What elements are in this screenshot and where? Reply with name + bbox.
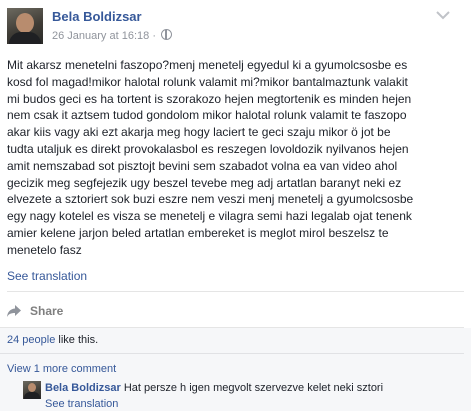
comment-see-translation-link[interactable]: See translation — [45, 398, 118, 410]
post-body-text: Mit akarsz menetelni faszopo?menj menete… — [7, 58, 414, 257]
comment-avatar[interactable] — [23, 381, 41, 399]
divider — [0, 353, 464, 354]
globe-icon — [161, 29, 173, 40]
meta-separator: · — [152, 30, 156, 42]
likes-summary: 24 people like this. — [7, 334, 98, 346]
author-avatar[interactable] — [7, 8, 43, 44]
avatar-face — [16, 13, 34, 33]
comment-body: Bela Boldizsar Hat persze h igen megvolt … — [45, 382, 383, 394]
avatar-shoulders — [24, 392, 40, 399]
comment-author[interactable]: Bela Boldizsar — [45, 382, 121, 394]
avatar-face — [28, 383, 36, 392]
likes-count-link[interactable]: 24 people — [7, 334, 55, 346]
post-timestamp[interactable]: 26 January at 16:18 — [52, 30, 149, 42]
post-meta: 26 January at 16:18 · — [52, 29, 173, 42]
divider — [7, 291, 464, 292]
share-arrow-icon — [7, 305, 21, 317]
author-name[interactable]: Bela Boldizsar — [52, 9, 142, 24]
comment-text: Hat persze h igen megvolt szervezve kele… — [123, 382, 384, 394]
likes-suffix: like this. — [55, 334, 99, 346]
chevron-down-icon[interactable] — [436, 10, 450, 20]
avatar-shoulders — [9, 32, 41, 44]
share-label: Share — [30, 304, 64, 318]
share-button[interactable]: Share — [7, 302, 63, 320]
post-header: Bela Boldizsar 26 January at 16:18 · — [0, 0, 471, 48]
see-translation-link[interactable]: See translation — [7, 269, 87, 283]
view-more-comments-link[interactable]: View 1 more comment — [7, 363, 116, 375]
